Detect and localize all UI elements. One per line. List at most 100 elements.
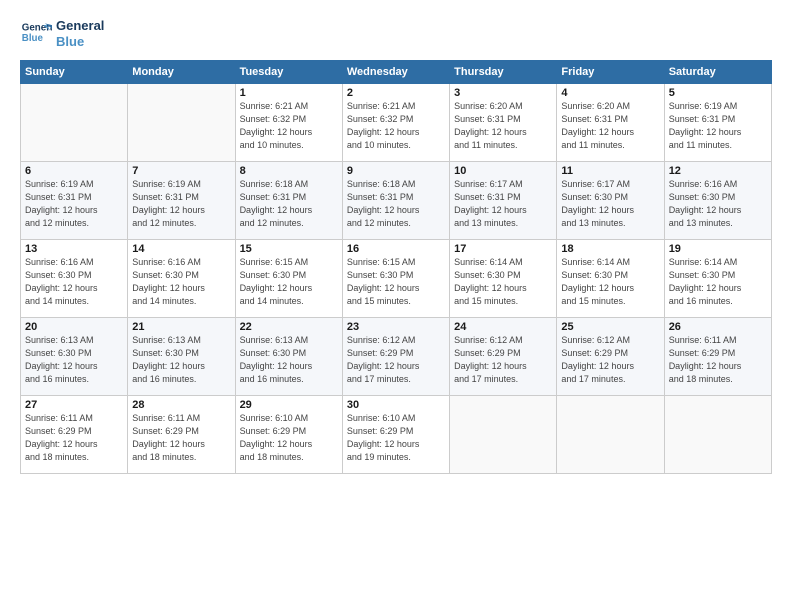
day-info: Sunrise: 6:19 AM Sunset: 6:31 PM Dayligh…: [132, 178, 230, 230]
day-info: Sunrise: 6:15 AM Sunset: 6:30 PM Dayligh…: [347, 256, 445, 308]
day-number: 9: [347, 165, 445, 177]
day-info: Sunrise: 6:20 AM Sunset: 6:31 PM Dayligh…: [561, 100, 659, 152]
day-info: Sunrise: 6:17 AM Sunset: 6:30 PM Dayligh…: [561, 178, 659, 230]
calendar-cell: 11Sunrise: 6:17 AM Sunset: 6:30 PM Dayli…: [557, 162, 664, 240]
calendar-cell: 10Sunrise: 6:17 AM Sunset: 6:31 PM Dayli…: [450, 162, 557, 240]
calendar-cell: [450, 396, 557, 474]
day-number: 13: [25, 243, 123, 255]
day-info: Sunrise: 6:10 AM Sunset: 6:29 PM Dayligh…: [347, 412, 445, 464]
calendar-cell: 13Sunrise: 6:16 AM Sunset: 6:30 PM Dayli…: [21, 240, 128, 318]
day-number: 30: [347, 399, 445, 411]
day-number: 11: [561, 165, 659, 177]
calendar-cell: 9Sunrise: 6:18 AM Sunset: 6:31 PM Daylig…: [342, 162, 449, 240]
calendar-header-row: SundayMondayTuesdayWednesdayThursdayFrid…: [21, 61, 772, 84]
calendar-week-row: 6Sunrise: 6:19 AM Sunset: 6:31 PM Daylig…: [21, 162, 772, 240]
calendar-cell: 30Sunrise: 6:10 AM Sunset: 6:29 PM Dayli…: [342, 396, 449, 474]
day-info: Sunrise: 6:15 AM Sunset: 6:30 PM Dayligh…: [240, 256, 338, 308]
calendar-cell: 24Sunrise: 6:12 AM Sunset: 6:29 PM Dayli…: [450, 318, 557, 396]
calendar-cell: 28Sunrise: 6:11 AM Sunset: 6:29 PM Dayli…: [128, 396, 235, 474]
calendar-week-row: 13Sunrise: 6:16 AM Sunset: 6:30 PM Dayli…: [21, 240, 772, 318]
day-info: Sunrise: 6:19 AM Sunset: 6:31 PM Dayligh…: [25, 178, 123, 230]
calendar-cell: 25Sunrise: 6:12 AM Sunset: 6:29 PM Dayli…: [557, 318, 664, 396]
weekday-header-monday: Monday: [128, 61, 235, 84]
calendar-cell: 23Sunrise: 6:12 AM Sunset: 6:29 PM Dayli…: [342, 318, 449, 396]
day-info: Sunrise: 6:18 AM Sunset: 6:31 PM Dayligh…: [347, 178, 445, 230]
calendar-cell: 29Sunrise: 6:10 AM Sunset: 6:29 PM Dayli…: [235, 396, 342, 474]
day-number: 29: [240, 399, 338, 411]
day-number: 25: [561, 321, 659, 333]
day-info: Sunrise: 6:16 AM Sunset: 6:30 PM Dayligh…: [132, 256, 230, 308]
logo-icon: General Blue: [20, 18, 52, 50]
weekday-header-wednesday: Wednesday: [342, 61, 449, 84]
day-info: Sunrise: 6:11 AM Sunset: 6:29 PM Dayligh…: [25, 412, 123, 464]
calendar-cell: 18Sunrise: 6:14 AM Sunset: 6:30 PM Dayli…: [557, 240, 664, 318]
day-number: 5: [669, 87, 767, 99]
day-number: 20: [25, 321, 123, 333]
day-info: Sunrise: 6:16 AM Sunset: 6:30 PM Dayligh…: [669, 178, 767, 230]
calendar-cell: 6Sunrise: 6:19 AM Sunset: 6:31 PM Daylig…: [21, 162, 128, 240]
day-number: 14: [132, 243, 230, 255]
day-info: Sunrise: 6:12 AM Sunset: 6:29 PM Dayligh…: [454, 334, 552, 386]
day-number: 22: [240, 321, 338, 333]
day-number: 15: [240, 243, 338, 255]
day-number: 28: [132, 399, 230, 411]
day-number: 21: [132, 321, 230, 333]
calendar-cell: 20Sunrise: 6:13 AM Sunset: 6:30 PM Dayli…: [21, 318, 128, 396]
day-number: 18: [561, 243, 659, 255]
calendar-cell: 1Sunrise: 6:21 AM Sunset: 6:32 PM Daylig…: [235, 84, 342, 162]
day-info: Sunrise: 6:12 AM Sunset: 6:29 PM Dayligh…: [561, 334, 659, 386]
calendar-cell: [21, 84, 128, 162]
day-number: 23: [347, 321, 445, 333]
day-number: 12: [669, 165, 767, 177]
day-info: Sunrise: 6:19 AM Sunset: 6:31 PM Dayligh…: [669, 100, 767, 152]
calendar-cell: 4Sunrise: 6:20 AM Sunset: 6:31 PM Daylig…: [557, 84, 664, 162]
calendar-cell: 27Sunrise: 6:11 AM Sunset: 6:29 PM Dayli…: [21, 396, 128, 474]
calendar-cell: 19Sunrise: 6:14 AM Sunset: 6:30 PM Dayli…: [664, 240, 771, 318]
day-info: Sunrise: 6:11 AM Sunset: 6:29 PM Dayligh…: [132, 412, 230, 464]
calendar-cell: 7Sunrise: 6:19 AM Sunset: 6:31 PM Daylig…: [128, 162, 235, 240]
calendar-cell: 3Sunrise: 6:20 AM Sunset: 6:31 PM Daylig…: [450, 84, 557, 162]
calendar-cell: 5Sunrise: 6:19 AM Sunset: 6:31 PM Daylig…: [664, 84, 771, 162]
calendar-week-row: 1Sunrise: 6:21 AM Sunset: 6:32 PM Daylig…: [21, 84, 772, 162]
day-info: Sunrise: 6:12 AM Sunset: 6:29 PM Dayligh…: [347, 334, 445, 386]
calendar-cell: [557, 396, 664, 474]
day-info: Sunrise: 6:21 AM Sunset: 6:32 PM Dayligh…: [240, 100, 338, 152]
day-number: 19: [669, 243, 767, 255]
weekday-header-sunday: Sunday: [21, 61, 128, 84]
day-number: 1: [240, 87, 338, 99]
logo: General Blue General Blue: [20, 18, 104, 50]
logo-text: General Blue: [56, 18, 104, 49]
calendar-table: SundayMondayTuesdayWednesdayThursdayFrid…: [20, 60, 772, 474]
calendar-cell: 8Sunrise: 6:18 AM Sunset: 6:31 PM Daylig…: [235, 162, 342, 240]
day-info: Sunrise: 6:16 AM Sunset: 6:30 PM Dayligh…: [25, 256, 123, 308]
day-number: 26: [669, 321, 767, 333]
day-info: Sunrise: 6:18 AM Sunset: 6:31 PM Dayligh…: [240, 178, 338, 230]
day-info: Sunrise: 6:11 AM Sunset: 6:29 PM Dayligh…: [669, 334, 767, 386]
day-number: 10: [454, 165, 552, 177]
calendar-cell: 21Sunrise: 6:13 AM Sunset: 6:30 PM Dayli…: [128, 318, 235, 396]
calendar-cell: 26Sunrise: 6:11 AM Sunset: 6:29 PM Dayli…: [664, 318, 771, 396]
day-info: Sunrise: 6:13 AM Sunset: 6:30 PM Dayligh…: [25, 334, 123, 386]
day-number: 27: [25, 399, 123, 411]
svg-text:Blue: Blue: [22, 33, 44, 44]
day-number: 16: [347, 243, 445, 255]
day-info: Sunrise: 6:17 AM Sunset: 6:31 PM Dayligh…: [454, 178, 552, 230]
calendar-cell: 22Sunrise: 6:13 AM Sunset: 6:30 PM Dayli…: [235, 318, 342, 396]
calendar-cell: 14Sunrise: 6:16 AM Sunset: 6:30 PM Dayli…: [128, 240, 235, 318]
calendar-cell: 12Sunrise: 6:16 AM Sunset: 6:30 PM Dayli…: [664, 162, 771, 240]
calendar-cell: 17Sunrise: 6:14 AM Sunset: 6:30 PM Dayli…: [450, 240, 557, 318]
day-number: 8: [240, 165, 338, 177]
day-info: Sunrise: 6:14 AM Sunset: 6:30 PM Dayligh…: [561, 256, 659, 308]
calendar-cell: 16Sunrise: 6:15 AM Sunset: 6:30 PM Dayli…: [342, 240, 449, 318]
day-info: Sunrise: 6:14 AM Sunset: 6:30 PM Dayligh…: [669, 256, 767, 308]
day-number: 4: [561, 87, 659, 99]
calendar-cell: [664, 396, 771, 474]
day-info: Sunrise: 6:13 AM Sunset: 6:30 PM Dayligh…: [132, 334, 230, 386]
weekday-header-saturday: Saturday: [664, 61, 771, 84]
day-info: Sunrise: 6:13 AM Sunset: 6:30 PM Dayligh…: [240, 334, 338, 386]
calendar-week-row: 27Sunrise: 6:11 AM Sunset: 6:29 PM Dayli…: [21, 396, 772, 474]
day-number: 2: [347, 87, 445, 99]
day-info: Sunrise: 6:21 AM Sunset: 6:32 PM Dayligh…: [347, 100, 445, 152]
weekday-header-tuesday: Tuesday: [235, 61, 342, 84]
calendar-cell: 2Sunrise: 6:21 AM Sunset: 6:32 PM Daylig…: [342, 84, 449, 162]
